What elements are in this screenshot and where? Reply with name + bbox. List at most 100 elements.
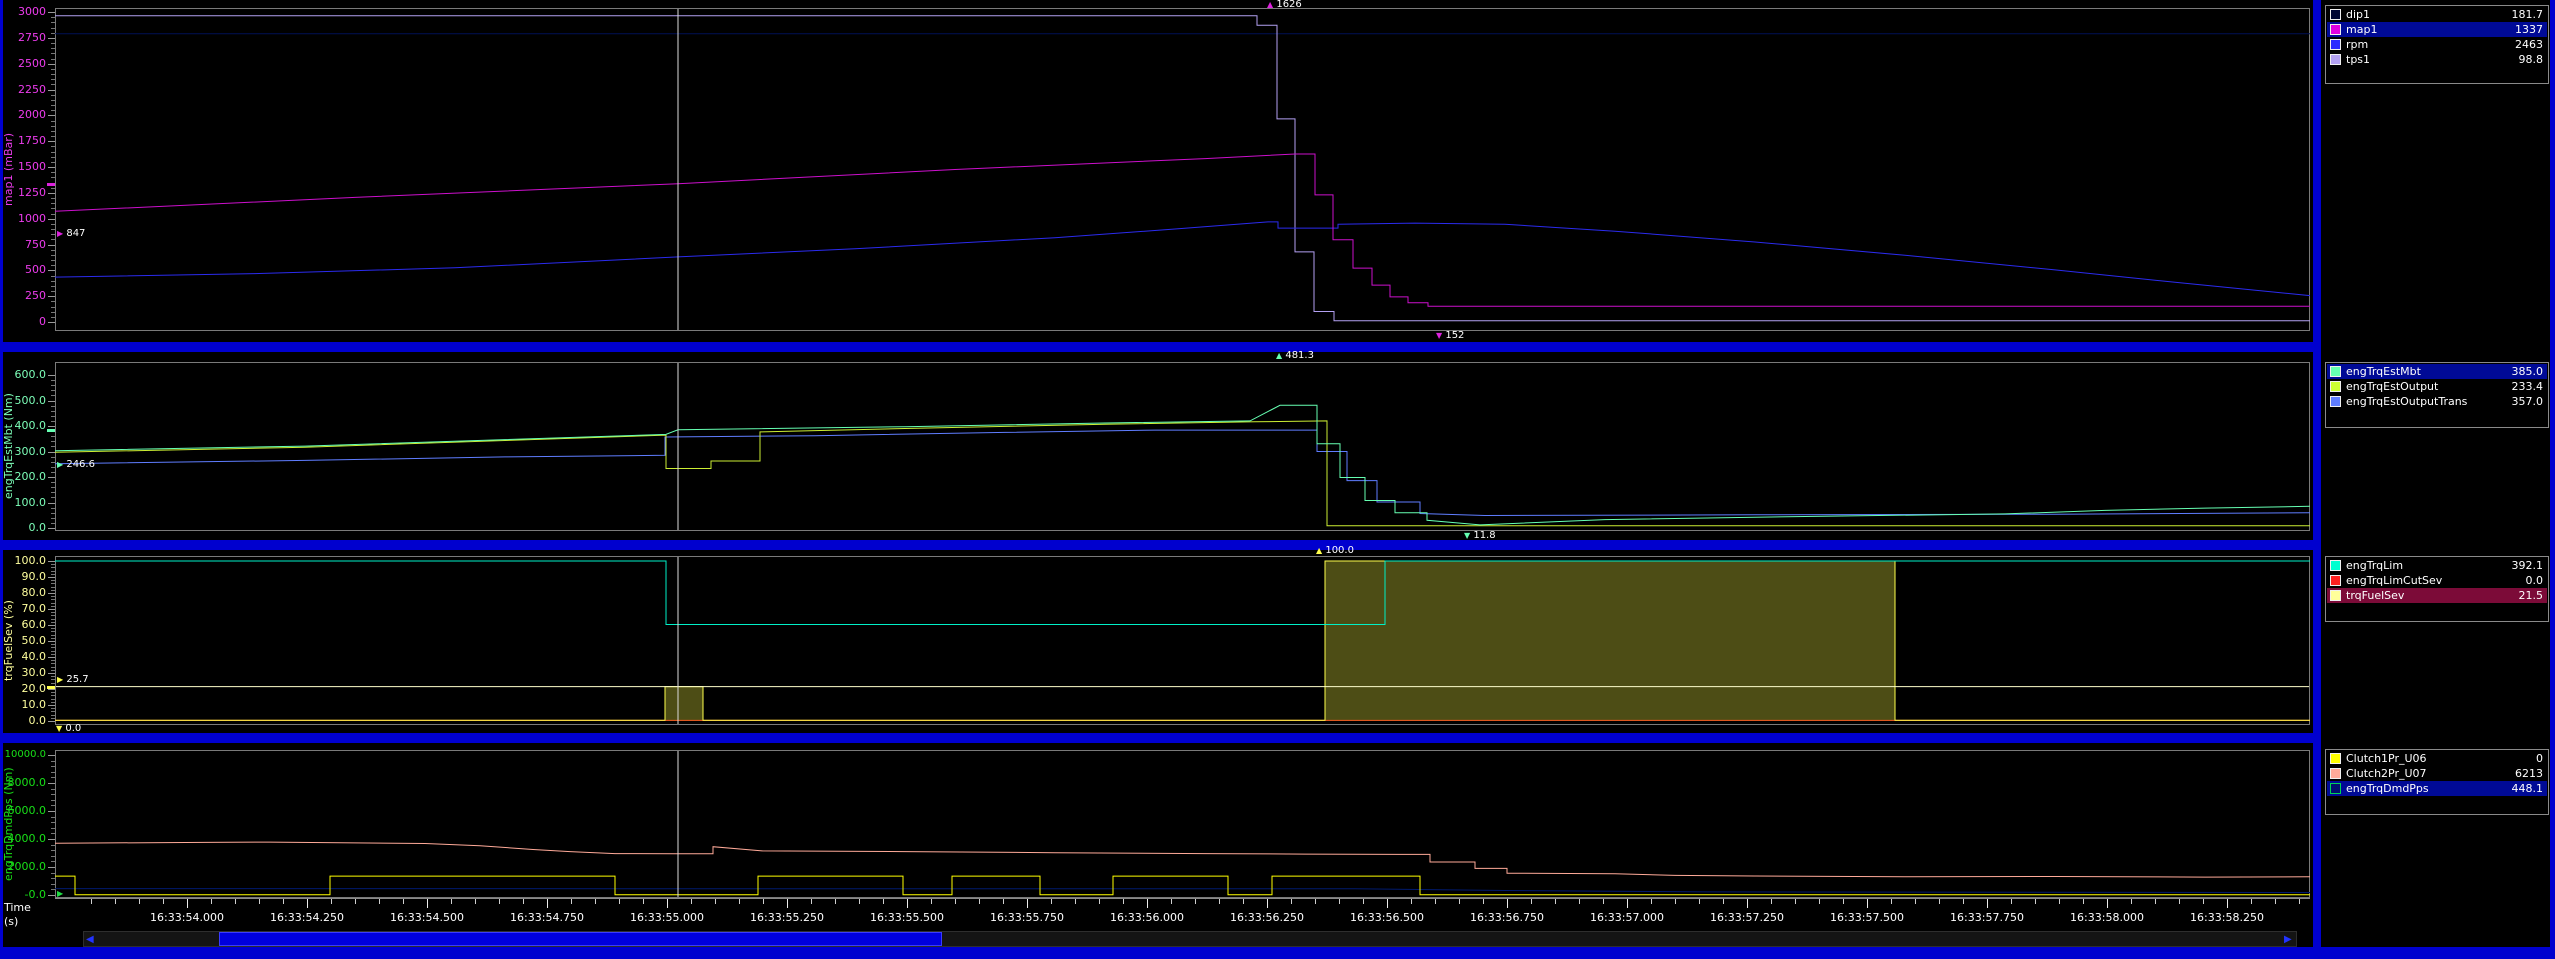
- signal-row-engTrqDmdPps[interactable]: engTrqDmdPps448.1: [2327, 781, 2547, 796]
- y-major-tick: [48, 219, 55, 220]
- time-minor-tick: [595, 899, 596, 904]
- signal-name: tps1: [2346, 53, 2370, 66]
- y-major-tick: [48, 577, 55, 578]
- y-tick-label: -0.0: [0, 889, 46, 901]
- time-minor-tick: [499, 899, 500, 904]
- time-major-tick: [2107, 899, 2108, 908]
- y-tick-label: 0.0: [0, 715, 46, 727]
- time-minor-tick: [715, 899, 716, 904]
- time-minor-tick: [1699, 899, 1700, 904]
- time-minor-tick: [1915, 899, 1916, 904]
- signal-row-map1[interactable]: map11337: [2327, 22, 2547, 37]
- signal-row-engTrqEstMbt[interactable]: engTrqEstMbt385.0: [2327, 364, 2547, 379]
- engTrqEstMbt-min-marker[interactable]: ▼ 11.8: [1464, 531, 1496, 540]
- y-major-tick: [48, 375, 55, 376]
- time-minor-tick: [1603, 899, 1604, 904]
- map1-level-marker[interactable]: ▶ 847: [57, 229, 85, 238]
- time-major-tick: [907, 899, 908, 908]
- signal-cursor-value: 0: [2536, 752, 2543, 765]
- panel-separator-2: [0, 540, 2321, 550]
- scrollbar-right-arrow-icon[interactable]: ▶: [2284, 934, 2292, 945]
- y-tick-label: 100.0: [0, 555, 46, 567]
- signal-row-engTrqLimCutSev[interactable]: engTrqLimCutSev0.0: [2327, 573, 2547, 588]
- signal-cursor-value: 357.0: [2512, 395, 2544, 408]
- engTrqDmdPps-trace: [55, 889, 2310, 893]
- scrollbar-left-arrow-icon[interactable]: ◀: [86, 934, 94, 945]
- y-major-tick: [48, 593, 55, 594]
- y-major-tick: [48, 38, 55, 39]
- signal-color-swatch: [2330, 590, 2341, 601]
- signal-row-tps1[interactable]: tps1 98.8: [2327, 52, 2547, 67]
- time-minor-tick: [1051, 899, 1052, 904]
- trqFuelSev-min-marker[interactable]: ▼ 0.0: [56, 724, 81, 733]
- time-minor-tick: [1243, 899, 1244, 904]
- signal-cursor-value: 98.8: [2519, 53, 2544, 66]
- signal-row-trqFuelSev[interactable]: trqFuelSev21.5: [2327, 588, 2547, 603]
- time-minor-tick: [1075, 899, 1076, 904]
- time-minor-tick: [1435, 899, 1436, 904]
- trqFuelSev-level-marker[interactable]: ▶ 25.7: [57, 675, 89, 684]
- time-major-tick: [1987, 899, 1988, 908]
- y-tick-label: 750: [0, 239, 46, 251]
- y-major-tick: [48, 296, 55, 297]
- map1-max-marker[interactable]: ▲ 1626: [1267, 0, 1302, 9]
- time-minor-tick: [2203, 899, 2204, 904]
- time-minor-tick: [2131, 899, 2132, 904]
- y-tick-label: 90.0: [0, 571, 46, 583]
- y-tick-label: 300.0: [0, 446, 46, 458]
- signal-cursor-value: 181.7: [2512, 8, 2544, 21]
- y-tick-label: 3000: [0, 6, 46, 18]
- signal-row-Clutch1Pr_U06[interactable]: Clutch1Pr_U060: [2327, 751, 2547, 766]
- time-minor-tick: [2011, 899, 2012, 904]
- signal-row-rpm[interactable]: rpm2463: [2327, 37, 2547, 52]
- signal-cursor-value: 1337: [2515, 23, 2543, 36]
- time-minor-tick: [619, 899, 620, 904]
- signal-row-engTrqLim[interactable]: engTrqLim392.1: [2327, 558, 2547, 573]
- time-major-tick: [187, 899, 188, 908]
- plot-border: [56, 751, 2310, 898]
- y-tick-label: 20.0: [0, 683, 46, 695]
- signal-color-swatch: [2330, 366, 2341, 377]
- time-minor-tick: [763, 899, 764, 904]
- y-tick-label: 0.0: [0, 522, 46, 534]
- time-minor-tick: [91, 899, 92, 904]
- trqFuelSev-max-marker[interactable]: ▲ 100.0: [1316, 546, 1354, 555]
- map1-plot-area[interactable]: [55, 8, 2310, 331]
- signal-name: trqFuelSev: [2346, 589, 2404, 602]
- map1-min-marker[interactable]: ▼ 152: [1436, 331, 1464, 340]
- signal-row-engTrqEstOutputTrans[interactable]: engTrqEstOutputTrans357.0: [2327, 394, 2547, 409]
- y-tick-label: 70.0: [0, 603, 46, 615]
- y-major-tick: [48, 167, 55, 168]
- y-tick-label: 500: [0, 264, 46, 276]
- y-major-tick: [48, 811, 55, 812]
- signal-name: Clutch2Pr_U07: [2346, 767, 2427, 780]
- engTrqDmdPps-plot-area[interactable]: [55, 750, 2310, 898]
- engTrqEstMbt-value-tick: [47, 429, 55, 432]
- y-tick-label: 2500: [0, 58, 46, 70]
- signal-row-Clutch2Pr_U07[interactable]: Clutch2Pr_U076213: [2327, 766, 2547, 781]
- time-tick-label: 16:33:56.750: [1447, 911, 1567, 924]
- time-major-tick: [1387, 899, 1388, 908]
- scrollbar-thumb[interactable]: [219, 932, 942, 946]
- signal-row-engTrqEstOutput[interactable]: engTrqEstOutput233.4: [2327, 379, 2547, 394]
- time-tick-label: 16:33:57.500: [1807, 911, 1927, 924]
- time-tick-label: 16:33:54.750: [487, 911, 607, 924]
- time-minor-tick: [1483, 899, 1484, 904]
- signal-row-dip1[interactable]: dip1181.7: [2327, 7, 2547, 22]
- y-tick-label: 100.0: [0, 497, 46, 509]
- engTrqEstMbt-level-marker[interactable]: ▶ 246.6: [57, 460, 95, 469]
- time-tick-label: 16:33:55.000: [607, 911, 727, 924]
- time-minor-tick: [259, 899, 260, 904]
- trqFuelSev-plot-area[interactable]: [55, 556, 2310, 725]
- trqFuelSev-trace: [55, 561, 2310, 720]
- signal-color-swatch: [2330, 54, 2341, 65]
- time-minor-tick: [1123, 899, 1124, 904]
- time-minor-tick: [2179, 899, 2180, 904]
- y-axis-engTrqDmdPps: engTrqDmdPps (Nm)10000.08000.06000.04000…: [0, 750, 55, 898]
- engTrqEstMbt-plot-area[interactable]: [55, 362, 2310, 531]
- engTrqEstMbt-max-marker[interactable]: ▲ 481.3: [1276, 351, 1314, 360]
- y-tick-label: 10000.0: [0, 749, 46, 761]
- marker-value: 100.0: [1322, 545, 1354, 556]
- y-tick-label: 2750: [0, 32, 46, 44]
- time-minor-tick: [211, 899, 212, 904]
